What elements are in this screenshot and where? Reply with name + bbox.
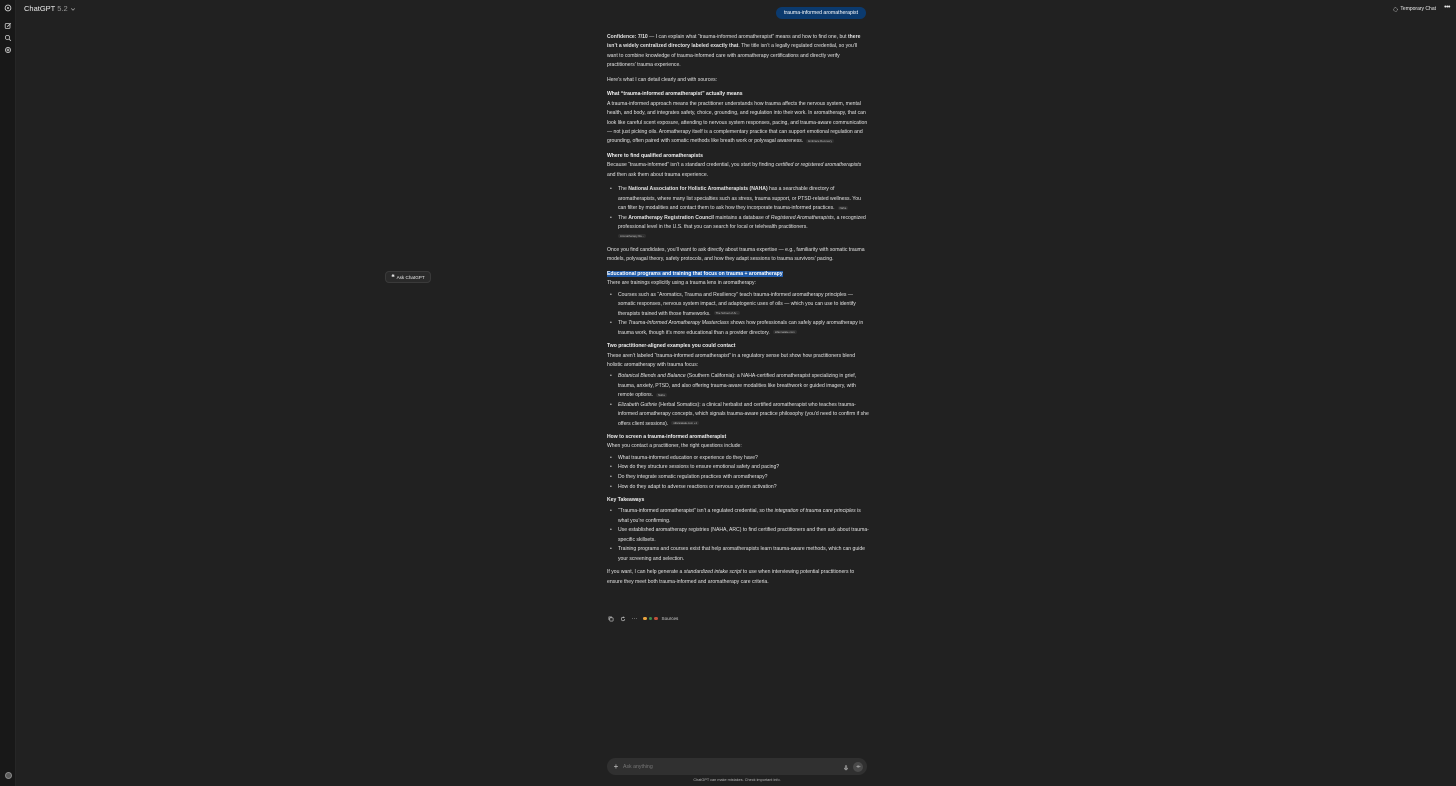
source-chip[interactable]: Naha bbox=[656, 392, 667, 397]
assistant-message: Confidence: 7/10 — I can explain what “t… bbox=[607, 33, 869, 592]
more-actions-icon[interactable]: ··· bbox=[631, 615, 638, 622]
list-item: What trauma-informed education or experi… bbox=[610, 454, 869, 464]
section-body-programs: There are trainings explicitly using a t… bbox=[607, 280, 756, 287]
openai-logo-icon[interactable] bbox=[4, 4, 12, 12]
closing-paragraph: If you want, I can help generate a stand… bbox=[607, 568, 869, 587]
li-bold: National Association for Holistic Aromat… bbox=[628, 186, 768, 193]
library-icon[interactable] bbox=[4, 46, 12, 54]
list-item: Do they integrate somatic regulation pra… bbox=[610, 473, 869, 483]
model-selector[interactable]: ChatGPT 5.2 bbox=[24, 4, 76, 13]
where-list: The National Association for Holistic Ar… bbox=[607, 185, 869, 242]
microphone-icon[interactable] bbox=[843, 758, 849, 776]
temporary-chat-label: Temporary Chat bbox=[1400, 6, 1436, 12]
li-italic: Botanical Blends and Balance bbox=[618, 373, 686, 380]
section-heading-takeaways: Key Takeaways bbox=[607, 496, 645, 503]
li-italic: Registered Aromatherapists bbox=[770, 214, 834, 221]
source-chip[interactable]: stfannatale.com +1 bbox=[671, 421, 700, 426]
waveform-icon bbox=[856, 765, 860, 768]
source-chip[interactable]: The School of Ar... bbox=[713, 311, 741, 316]
sidebar-rail bbox=[0, 0, 16, 786]
list-item: How do they structure sessions to ensure… bbox=[610, 463, 869, 473]
confidence-label: Confidence: 7/10 bbox=[607, 34, 648, 40]
list-item: Courses such as “Aromatics, Trauma and R… bbox=[610, 291, 869, 319]
quote-icon: ❝ bbox=[391, 274, 395, 281]
section-body-where: Because “trauma-informed” isn’t a standa… bbox=[607, 161, 869, 180]
source-favicon-icon bbox=[654, 616, 658, 621]
section-body-screen: When you contact a practitioner, the rig… bbox=[607, 443, 742, 450]
add-attachment-icon[interactable]: + bbox=[611, 762, 621, 771]
section-heading-screen: How to screen a trauma-informed aromathe… bbox=[607, 433, 727, 440]
list-item: Elizabeth Guthrie (Herbal Somatics): a c… bbox=[610, 401, 869, 429]
temporary-chat-button[interactable]: Temporary Chat bbox=[1393, 6, 1436, 12]
closing-text: If you want, I can help generate a bbox=[607, 569, 684, 576]
disclaimer-text: ChatGPT can make mistakes. Check importa… bbox=[693, 778, 781, 782]
section-body-meaning: A trauma-informed approach means the pra… bbox=[607, 100, 869, 147]
composer: + bbox=[607, 758, 867, 775]
source-favicon-icon bbox=[643, 616, 647, 621]
li-text: maintains a database of bbox=[713, 214, 771, 221]
section-heading-where: Where to find qualified aromatherapists bbox=[607, 153, 703, 160]
source-chip[interactable]: Aromatherapy Re... bbox=[618, 234, 647, 239]
li-text: The bbox=[618, 320, 629, 327]
screen-list: What trauma-informed education or experi… bbox=[607, 454, 869, 493]
list-item: “Trauma-informed aromatherapist” isn’t a… bbox=[610, 507, 869, 526]
section-body-examples: These aren’t labeled “trauma-informed ar… bbox=[607, 352, 856, 368]
list-item: Use established aromatherapy registries … bbox=[610, 526, 869, 545]
list-item: The National Association for Holistic Ar… bbox=[610, 185, 869, 213]
where-italic: certified or registered aromatherapists bbox=[775, 162, 862, 169]
app-name: ChatGPT bbox=[24, 4, 56, 13]
li-italic: Trauma-Informed Aromatherapy Masterclass bbox=[628, 320, 729, 327]
section-heading-meaning: What “trauma-informed aromatherapist” ac… bbox=[607, 91, 743, 98]
meaning-text: A trauma-informed approach means the pra… bbox=[607, 100, 868, 145]
more-options-icon[interactable]: ••• bbox=[1444, 4, 1450, 11]
voice-mode-button[interactable] bbox=[853, 761, 863, 772]
source-chip[interactable]: Naha bbox=[837, 205, 849, 210]
li-italic: Elizabeth Guthrie bbox=[618, 401, 658, 408]
where-text-end: and then ask them about trauma experienc… bbox=[607, 171, 709, 178]
list-item: Training programs and courses exist that… bbox=[610, 545, 869, 564]
programs-list: Courses such as “Aromatics, Trauma and R… bbox=[607, 291, 869, 338]
sources-label: Sources bbox=[661, 616, 679, 621]
ask-chatgpt-button[interactable]: ❝ Ask ChatGPT bbox=[385, 271, 431, 283]
message-actions: ··· Sources bbox=[607, 615, 678, 622]
list-item: How do they adapt to adverse reactions o… bbox=[610, 483, 869, 493]
search-icon[interactable] bbox=[4, 34, 12, 42]
copy-icon[interactable] bbox=[607, 615, 614, 622]
li-text: “Trauma-informed aromatherapist” isn’t a… bbox=[618, 508, 775, 515]
examples-list: Botanical Blends and Balance (Southern C… bbox=[607, 372, 869, 429]
li-text: The bbox=[618, 214, 629, 221]
sources-button[interactable]: Sources bbox=[643, 616, 678, 621]
section-heading-examples: Two practitioner-aligned examples you co… bbox=[607, 343, 736, 350]
section-heading-programs: Educational programs and training that f… bbox=[607, 270, 869, 279]
intro-lead: Here’s what I can detail clearly and wit… bbox=[607, 76, 718, 83]
li-text: The bbox=[618, 186, 629, 193]
regenerate-icon[interactable] bbox=[619, 615, 626, 622]
list-item: The Trauma-Informed Aromatherapy Masterc… bbox=[610, 319, 869, 338]
where-text: Because “trauma-informed” isn’t a standa… bbox=[607, 162, 776, 169]
message-input[interactable] bbox=[621, 763, 843, 770]
list-item: Botanical Blends and Balance (Southern C… bbox=[610, 372, 869, 400]
selected-text-highlight[interactable]: Educational programs and training that f… bbox=[607, 271, 783, 278]
intro-text: — I can explain what “trauma-informed ar… bbox=[647, 34, 848, 40]
takeaways-list: “Trauma-informed aromatherapist” isn’t a… bbox=[607, 507, 869, 564]
user-message-bubble: trauma-informed aromatherapist bbox=[776, 7, 866, 19]
new-chat-icon[interactable] bbox=[4, 22, 12, 30]
source-chip[interactable]: Embrace Recovery bbox=[806, 139, 835, 144]
chevron-down-icon bbox=[70, 7, 75, 11]
intro-paragraph: Confidence: 7/10 — I can explain what “t… bbox=[607, 33, 869, 71]
source-favicon-icon bbox=[648, 616, 652, 621]
model-version: 5.2 bbox=[57, 4, 68, 13]
list-item: The Aromatherapy Registration Council ma… bbox=[610, 214, 869, 242]
source-chip[interactable]: stfannatale.com bbox=[772, 330, 797, 335]
li-bold: Aromatherapy Registration Council bbox=[628, 214, 714, 221]
li-italic: integration of trauma care principles bbox=[774, 508, 856, 515]
dashed-circle-icon bbox=[1393, 6, 1399, 12]
avatar[interactable] bbox=[5, 772, 12, 779]
ask-chatgpt-label: Ask ChatGPT bbox=[396, 274, 425, 280]
where-after: Once you find candidates, you’ll want to… bbox=[607, 247, 865, 263]
closing-italic: standardized intake script bbox=[683, 569, 742, 576]
